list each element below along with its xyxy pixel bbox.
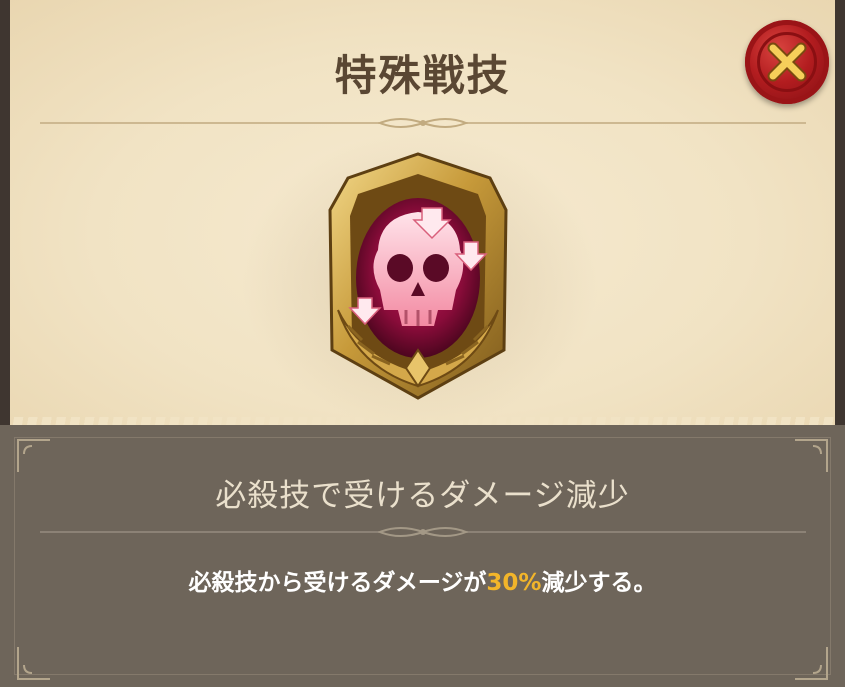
detail-panel: [0, 425, 845, 687]
skull-debuff-icon: [328, 152, 508, 400]
description-text-end: 減少する。: [541, 570, 657, 596]
dialog-title: 特殊戦技: [334, 51, 511, 100]
subtitle-divider-right: [466, 531, 806, 533]
skill-detail-dialog: 特殊戦技 必殺技で受けるダメージ減少 必殺技から受けるダメージが30%減少する。: [0, 0, 845, 687]
title-divider-right: [466, 122, 806, 124]
title-divider-left: [40, 122, 380, 124]
reduction-value: 30%: [486, 570, 542, 596]
close-button[interactable]: [745, 20, 829, 104]
skill-name: 必殺技で受けるダメージ減少: [215, 478, 630, 514]
skill-description: 必殺技から受けるダメージが30%減少する。: [0, 563, 845, 597]
divider-ornament-icon: [378, 118, 468, 128]
divider-ornament-icon: [378, 527, 468, 537]
description-text: 必殺技から受けるダメージが: [188, 570, 487, 596]
close-x-icon: [767, 42, 807, 82]
corner-ornament-icon: [795, 647, 828, 680]
corner-ornament-icon: [17, 647, 50, 680]
subtitle-divider-left: [40, 531, 380, 533]
